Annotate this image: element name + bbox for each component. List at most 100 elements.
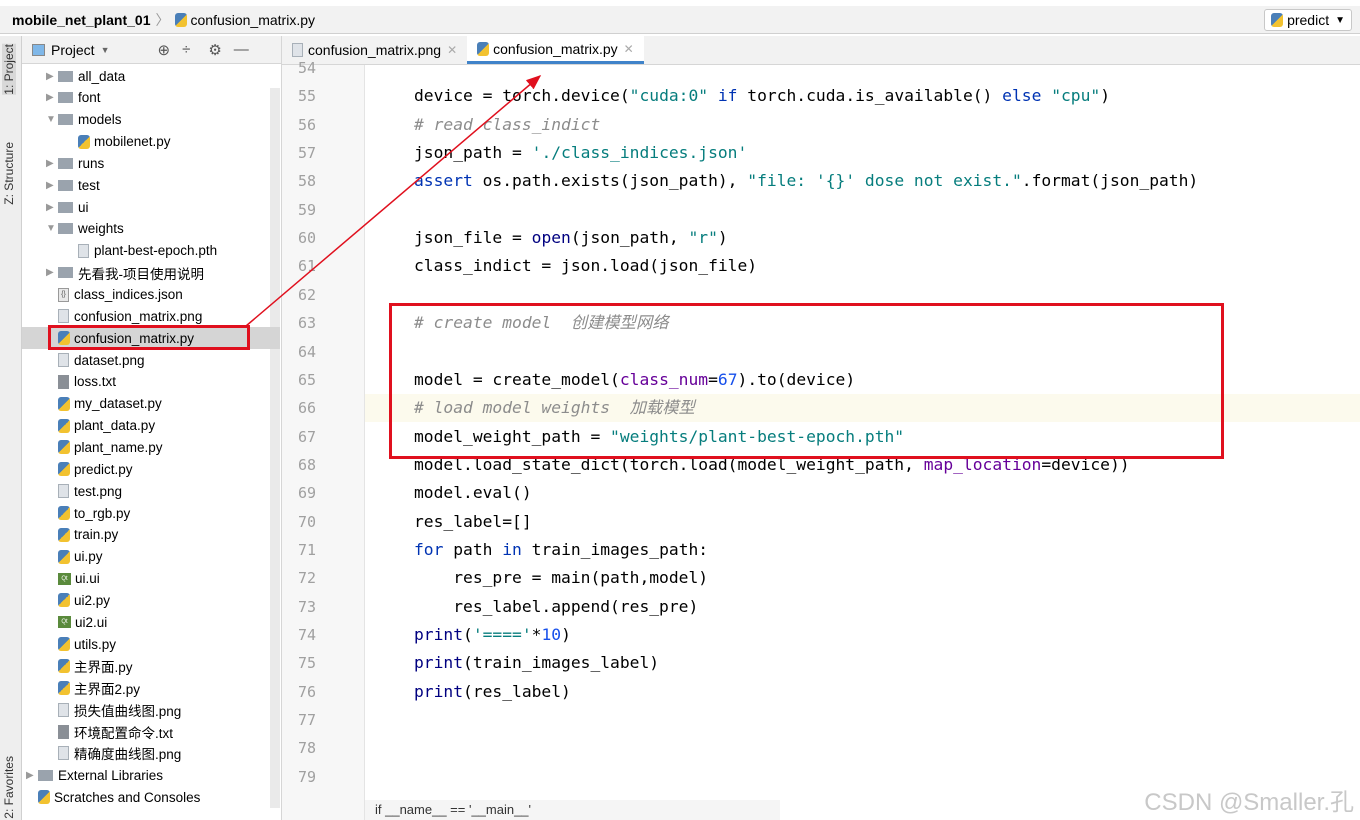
tree-item[interactable]: loss.txt <box>22 371 280 393</box>
tree-item-label: 主界面2.py <box>74 681 141 697</box>
collapsed-arrow-icon[interactable]: ▶ <box>46 71 58 82</box>
collapsed-arrow-icon[interactable]: ▶ <box>46 92 58 103</box>
line-number: 58 <box>297 172 316 191</box>
collapsed-arrow-icon[interactable]: ▶ <box>46 202 58 213</box>
code-token: "cpu" <box>1051 86 1101 106</box>
tree-item[interactable]: ▶ External Libraries <box>22 764 280 786</box>
tree-item-label: mobilenet.py <box>94 134 171 150</box>
chevron-down-icon[interactable]: ▼ <box>101 45 110 55</box>
tree-item-label: External Libraries <box>58 767 164 783</box>
tree-item-label: class_indices.json <box>74 287 183 302</box>
panel-title[interactable]: Project <box>51 42 95 58</box>
tree-item-label: runs <box>78 155 105 171</box>
line-number: 77 <box>297 711 316 730</box>
locate-icon[interactable]: ⊕ <box>158 41 171 59</box>
code-breadcrumb[interactable]: if __name__ == '__main__' <box>365 800 780 820</box>
tree-item[interactable]: plant_data.py <box>22 415 280 437</box>
tree-item[interactable]: train.py <box>22 524 280 546</box>
code-line: class_indict = json.load(json_file) <box>365 252 1360 280</box>
code-token: "r" <box>688 228 718 248</box>
collapsed-arrow-icon[interactable]: ▶ <box>46 267 58 278</box>
tree-item[interactable]: ▶ test <box>22 174 280 196</box>
chevron-down-icon: ▼ <box>1335 14 1345 26</box>
close-icon[interactable]: ✕ <box>624 42 634 56</box>
collapse-all-icon[interactable]: ÷ <box>182 41 190 58</box>
breadcrumb-file[interactable]: confusion_matrix.py <box>191 12 316 28</box>
tree-item[interactable]: 损失值曲线图.png <box>22 699 280 721</box>
annotation-box-file <box>48 325 250 350</box>
tree-item[interactable]: ▶ ui <box>22 196 280 218</box>
tree-item[interactable]: ui2.py <box>22 589 280 611</box>
tree-item[interactable]: 精确度曲线图.png <box>22 742 280 764</box>
line-number: 79 <box>297 767 316 786</box>
line-number-gutter: 54 55 56 57 58 59 60 61 62 63 64 65 66 67 68 69 70 71 72 73… <box>282 59 365 820</box>
expanded-arrow-icon[interactable]: ▼ <box>46 114 58 125</box>
text-file-icon <box>58 724 69 739</box>
collapsed-arrow-icon[interactable]: ▶ <box>46 158 58 169</box>
code-token: if <box>708 86 748 106</box>
tree-item-label: utils.py <box>74 636 117 652</box>
tree-item[interactable]: my_dataset.py <box>22 393 280 415</box>
tree-item[interactable]: Qt ui.ui <box>22 568 280 590</box>
tree-item-label: plant-best-epoch.pth <box>94 243 218 259</box>
tree-item[interactable]: Qt ui2.ui <box>22 611 280 633</box>
line-number: 69 <box>297 484 316 503</box>
collapsed-arrow-icon[interactable]: ▶ <box>26 770 38 781</box>
python-file-icon <box>477 41 490 56</box>
breadcrumb-project[interactable]: mobile_net_plant_01 <box>12 12 151 28</box>
code-token: for <box>414 539 444 559</box>
tree-item[interactable]: ▼ weights <box>22 218 280 240</box>
tree-item[interactable]: ▶ runs <box>22 152 280 174</box>
tree-item[interactable]: ui.py <box>22 546 280 568</box>
tree-item[interactable]: Scratches and Consoles <box>22 786 280 808</box>
code-token: (res_label) <box>463 681 571 701</box>
tree-item-label: to_rgb.py <box>74 505 131 521</box>
tab-confusion-matrix-py[interactable]: confusion_matrix.py ✕ <box>467 36 644 64</box>
code-token: (json_path, <box>570 228 689 248</box>
tree-item[interactable]: ▶ 先看我-项目使用说明 <box>22 262 280 284</box>
tree-item[interactable]: 主界面2.py <box>22 677 280 699</box>
tree-item-label: my_dataset.py <box>74 396 162 412</box>
tree-item-label: predict.py <box>74 461 133 477</box>
code-token: json_path = <box>414 143 532 163</box>
python-file-icon <box>58 680 70 695</box>
tree-item[interactable]: to_rgb.py <box>22 502 280 524</box>
tree-item[interactable]: plant-best-epoch.pth <box>22 240 280 262</box>
tree-item[interactable]: ▼ models <box>22 109 280 131</box>
code-line: print(train_images_label) <box>365 649 1360 677</box>
tool-tab-structure[interactable]: Z: Structure <box>2 142 16 205</box>
tree-item[interactable]: predict.py <box>22 458 280 480</box>
image-file-icon <box>58 746 69 761</box>
gear-icon[interactable]: ⚙ <box>208 41 221 59</box>
folder-icon <box>58 201 73 213</box>
tree-item[interactable]: 主界面.py <box>22 655 280 677</box>
run-config-select[interactable]: predict ▼ <box>1264 9 1352 31</box>
tree-item[interactable]: dataset.png <box>22 349 280 371</box>
tree-item-label: ui2.ui <box>75 614 108 630</box>
code-line: res_label.append(res_pre) <box>365 593 1360 621</box>
tree-item[interactable]: mobilenet.py <box>22 131 280 153</box>
code-token: print <box>414 625 464 644</box>
tree-item[interactable]: plant_name.py <box>22 436 280 458</box>
tree-item[interactable]: utils.py <box>22 633 280 655</box>
close-icon[interactable]: ✕ <box>447 43 457 57</box>
tool-tab-project[interactable]: 1: Project <box>2 44 16 95</box>
tree-item[interactable]: test.png <box>22 480 280 502</box>
image-file-icon <box>78 243 89 258</box>
tree-item[interactable]: 环境配置命令.txt <box>22 721 280 743</box>
tree-item[interactable]: {} class_indices.json <box>22 284 280 306</box>
expanded-arrow-icon[interactable]: ▼ <box>46 223 58 234</box>
tree-item[interactable]: ▶ all_data <box>22 65 280 87</box>
python-file-icon <box>58 462 70 477</box>
qt-ui-file-icon: Qt <box>58 616 71 629</box>
code-token: ) <box>717 228 728 248</box>
collapsed-arrow-icon[interactable]: ▶ <box>46 180 58 191</box>
code-token: print <box>414 681 464 701</box>
code-token: else <box>1002 86 1042 106</box>
tree-item[interactable]: ▶ font <box>22 87 280 109</box>
folder-icon <box>58 179 73 191</box>
watermark: CSDN @Smaller.孔 <box>1144 789 1354 816</box>
code-line: print(res_label) <box>365 678 1360 706</box>
minimize-icon[interactable]: — <box>234 41 249 58</box>
tool-tab-favorites[interactable]: 2: Favorites <box>2 756 16 819</box>
